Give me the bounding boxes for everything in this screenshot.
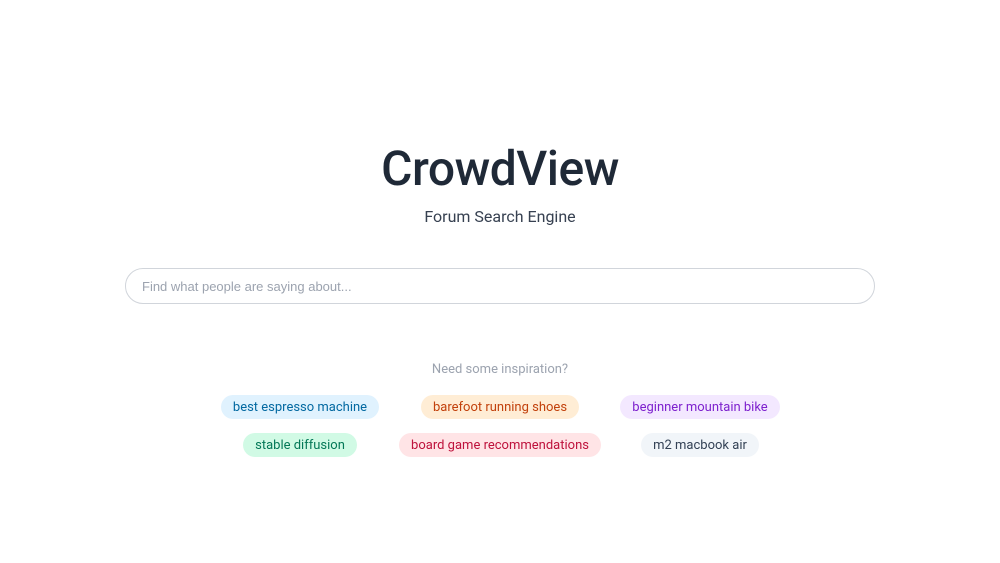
suggestion-pill[interactable]: board game recommendations bbox=[399, 433, 601, 457]
suggestion-pill[interactable]: m2 macbook air bbox=[641, 433, 759, 457]
suggestion-pill[interactable]: stable diffusion bbox=[243, 433, 357, 457]
page-title: CrowdView bbox=[381, 140, 619, 197]
suggestion-pill-grid: best espresso machine barefoot running s… bbox=[200, 395, 800, 457]
page-subtitle: Forum Search Engine bbox=[424, 207, 575, 226]
suggestion-pill[interactable]: beginner mountain bike bbox=[620, 395, 779, 419]
search-wrap bbox=[125, 268, 875, 304]
suggestion-pill[interactable]: best espresso machine bbox=[221, 395, 379, 419]
inspiration-label: Need some inspiration? bbox=[432, 362, 568, 377]
search-input[interactable] bbox=[125, 268, 875, 304]
suggestion-pill[interactable]: barefoot running shoes bbox=[421, 395, 579, 419]
